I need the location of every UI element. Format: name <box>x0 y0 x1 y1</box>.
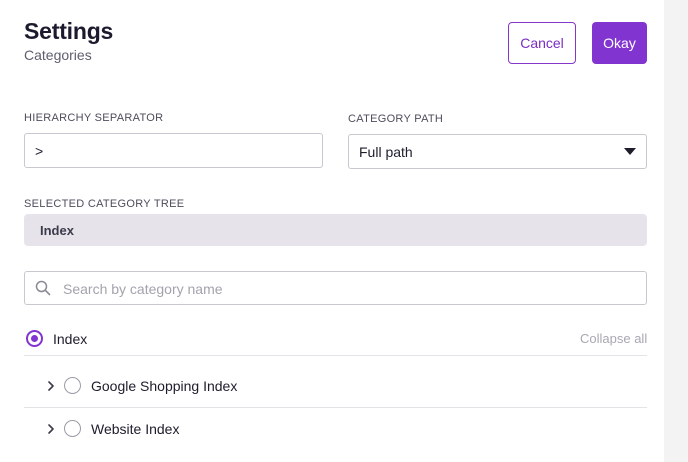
chevron-right-icon[interactable] <box>45 423 57 435</box>
settings-panel: Settings Categories Cancel Okay HIERARCH… <box>0 0 664 462</box>
search-placeholder: Search by category name <box>63 281 223 297</box>
search-icon <box>35 280 51 296</box>
category-path-label: CATEGORY PATH <box>348 113 444 125</box>
google-shopping-index-radio[interactable] <box>64 377 81 394</box>
tree-root-label: Index <box>53 331 88 347</box>
selected-tree-label: SELECTED CATEGORY TREE <box>24 198 185 210</box>
cancel-button[interactable]: Cancel <box>508 22 576 64</box>
page-subtitle: Categories <box>24 47 92 63</box>
category-path-value: Full path <box>359 143 413 160</box>
website-index-radio[interactable] <box>64 420 81 437</box>
collapse-all-link[interactable]: Collapse all <box>580 331 647 346</box>
tree-item-label: Website Index <box>91 421 180 437</box>
selected-tree-chip: Index <box>24 214 647 246</box>
chevron-right-icon[interactable] <box>45 380 57 392</box>
category-path-select[interactable]: Full path <box>348 134 647 169</box>
divider <box>24 355 647 356</box>
hierarchy-separator-label: HIERARCHY SEPARATOR <box>24 112 164 124</box>
hierarchy-separator-value: > <box>35 142 44 159</box>
okay-button[interactable]: Okay <box>592 22 647 64</box>
category-search-input[interactable]: Search by category name <box>24 271 647 305</box>
page-title: Settings <box>24 18 114 44</box>
dropdown-caret-icon <box>624 148 636 155</box>
index-radio[interactable] <box>26 330 43 347</box>
tree-item-label: Google Shopping Index <box>91 378 238 394</box>
divider <box>24 407 647 408</box>
selected-tree-value: Index <box>40 222 74 238</box>
hierarchy-separator-input[interactable]: > <box>24 133 323 168</box>
